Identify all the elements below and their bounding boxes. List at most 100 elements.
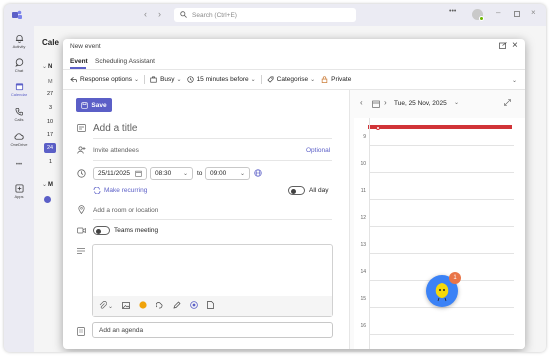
make-recurring-link[interactable]: Make recurring <box>93 187 147 194</box>
to-label: to <box>197 170 203 177</box>
categorise-label: Categorise <box>276 75 309 83</box>
teams-window-screenshot: ‹ › Search (Ctrl+E) ••• – × Activity Cha… <box>0 0 550 359</box>
teams-meeting-switch[interactable] <box>93 226 110 235</box>
reminder-button[interactable]: 15 minutes before ⌄ <box>186 75 256 83</box>
emoji-icon[interactable] <box>139 301 147 311</box>
mini-cal-collapse-icon[interactable]: ⌄ <box>42 63 47 70</box>
mini-cal-day[interactable]: 1 <box>49 159 52 165</box>
mini-cal-day[interactable]: 10 <box>47 119 53 125</box>
rail-more[interactable]: ••• <box>4 162 34 168</box>
notification-badge: 1 <box>449 272 461 284</box>
agenda-placeholder: Add an agenda <box>99 326 144 334</box>
tag-icon <box>267 76 274 83</box>
loop-icon[interactable] <box>155 301 164 311</box>
response-options-button[interactable]: Response options ⌄ <box>70 76 139 83</box>
pen-icon[interactable] <box>173 301 181 311</box>
today-calendar-icon[interactable] <box>372 100 380 110</box>
rail-label: Chat <box>14 68 24 73</box>
teams-logo-icon <box>12 10 22 22</box>
rail-calendar[interactable]: Calendar <box>4 82 34 97</box>
rail-onedrive[interactable]: OneDrive <box>4 132 34 147</box>
chevron-down-icon[interactable]: ⌄ <box>454 99 459 106</box>
rail-label: Calendar <box>10 92 28 97</box>
copilot-chat-icon[interactable] <box>190 301 198 311</box>
calendar-checkbox-icon[interactable] <box>44 196 51 203</box>
teams-meeting-toggle[interactable]: Teams meeting <box>93 226 158 235</box>
collapse-toolbar-icon[interactable]: ⌄ <box>512 77 517 84</box>
hour-label: 14 <box>360 269 366 275</box>
image-icon[interactable] <box>122 301 130 311</box>
chevron-down-icon: ⌄ <box>176 76 182 83</box>
chevron-down-icon: ⌄ <box>239 171 245 177</box>
hour-label: 16 <box>360 323 366 329</box>
start-date-value: 25/11/2025 <box>98 170 131 177</box>
mini-cal-day[interactable]: 17 <box>47 132 53 138</box>
chevron-down-icon[interactable]: ⌄ <box>108 303 113 310</box>
start-date-field[interactable]: 25/11/2025 <box>93 167 147 180</box>
mini-cal-day[interactable]: 3 <box>49 105 52 111</box>
time-grid[interactable]: 9 10 11 12 13 14 15 16 <box>354 118 525 349</box>
template-icon[interactable] <box>207 301 214 311</box>
rail-apps[interactable]: Apps <box>4 184 34 199</box>
all-day-label: All day <box>309 187 329 194</box>
previous-day-icon[interactable]: ‹ <box>360 98 363 107</box>
categorise-button[interactable]: Categorise ⌄ <box>267 76 315 83</box>
location-input[interactable]: Add a room or location <box>93 207 158 214</box>
lock-icon <box>321 75 328 83</box>
busy-label: Busy <box>160 75 175 83</box>
end-time-field[interactable]: 09:00 ⌄ <box>205 167 250 180</box>
preview-date-label[interactable]: Tue, 25 Nov, 2025 <box>394 100 447 107</box>
optional-attendees-link[interactable]: Optional <box>306 147 330 154</box>
hour-label: 13 <box>360 242 366 248</box>
repeat-icon <box>93 187 101 194</box>
section-collapse-icon[interactable]: ⌄ <box>42 181 47 188</box>
app-rail: Activity Chat Calendar Calls OneDrive ••… <box>4 26 34 352</box>
save-icon <box>81 101 89 109</box>
close-window-icon[interactable]: × <box>531 8 536 17</box>
reminder-label: 15 minutes before <box>196 75 249 83</box>
agenda-input[interactable]: Add an agenda <box>92 322 333 338</box>
attendees-input[interactable]: Invite attendees <box>93 147 139 154</box>
search-box[interactable]: Search (Ctrl+E) <box>174 8 356 22</box>
save-button[interactable]: Save <box>76 98 112 112</box>
minimize-icon[interactable]: – <box>496 8 500 17</box>
tab-scheduling-assistant[interactable]: Scheduling Assistant <box>95 58 155 65</box>
rail-label: Activity <box>12 44 26 49</box>
globe-icon[interactable] <box>254 169 262 179</box>
add-attendee-icon <box>77 146 86 156</box>
attach-file-icon[interactable] <box>99 301 107 311</box>
hour-line <box>370 334 514 335</box>
back-arrow-icon[interactable]: ‹ <box>144 9 147 19</box>
mini-cal-day[interactable]: 27 <box>47 91 53 97</box>
rail-activity[interactable]: Activity <box>4 34 34 49</box>
forward-arrow-icon[interactable]: › <box>158 9 161 19</box>
search-placeholder: Search (Ctrl+E) <box>192 11 237 19</box>
more-options-icon[interactable]: ••• <box>449 8 456 15</box>
all-day-toggle[interactable]: All day <box>288 186 329 195</box>
bell-icon <box>15 35 23 43</box>
rail-calls[interactable]: Calls <box>4 107 34 122</box>
current-time-bar <box>368 125 512 129</box>
rail-label: Calls <box>14 117 24 122</box>
next-day-icon[interactable]: › <box>384 98 387 107</box>
current-time-marker <box>376 126 380 130</box>
busy-button[interactable]: Busy ⌄ <box>150 75 182 83</box>
mini-cal-day-header: M <box>48 79 53 85</box>
close-dialog-icon[interactable]: × <box>512 40 518 51</box>
mini-cal-day-selected[interactable]: 24 <box>44 143 56 153</box>
private-button[interactable]: Private <box>321 76 351 83</box>
search-icon <box>180 10 187 20</box>
dialog-title: New event <box>70 43 101 50</box>
expand-icon[interactable] <box>504 99 511 108</box>
rail-label: Apps <box>14 194 24 199</box>
tab-event[interactable]: Event <box>70 58 88 65</box>
hour-label: 9 <box>363 134 366 140</box>
popout-icon[interactable] <box>499 42 507 51</box>
title-input[interactable]: Add a title <box>93 123 137 134</box>
all-day-switch[interactable] <box>288 186 305 195</box>
hour-label: 10 <box>360 161 366 167</box>
day-preview-pane: ‹ › Tue, 25 Nov, 2025 ⌄ 9 10 11 12 13 14… <box>349 90 525 349</box>
rail-chat[interactable]: Chat <box>4 58 34 73</box>
start-time-field[interactable]: 08:30 ⌄ <box>150 167 193 180</box>
maximize-icon[interactable] <box>514 11 520 17</box>
